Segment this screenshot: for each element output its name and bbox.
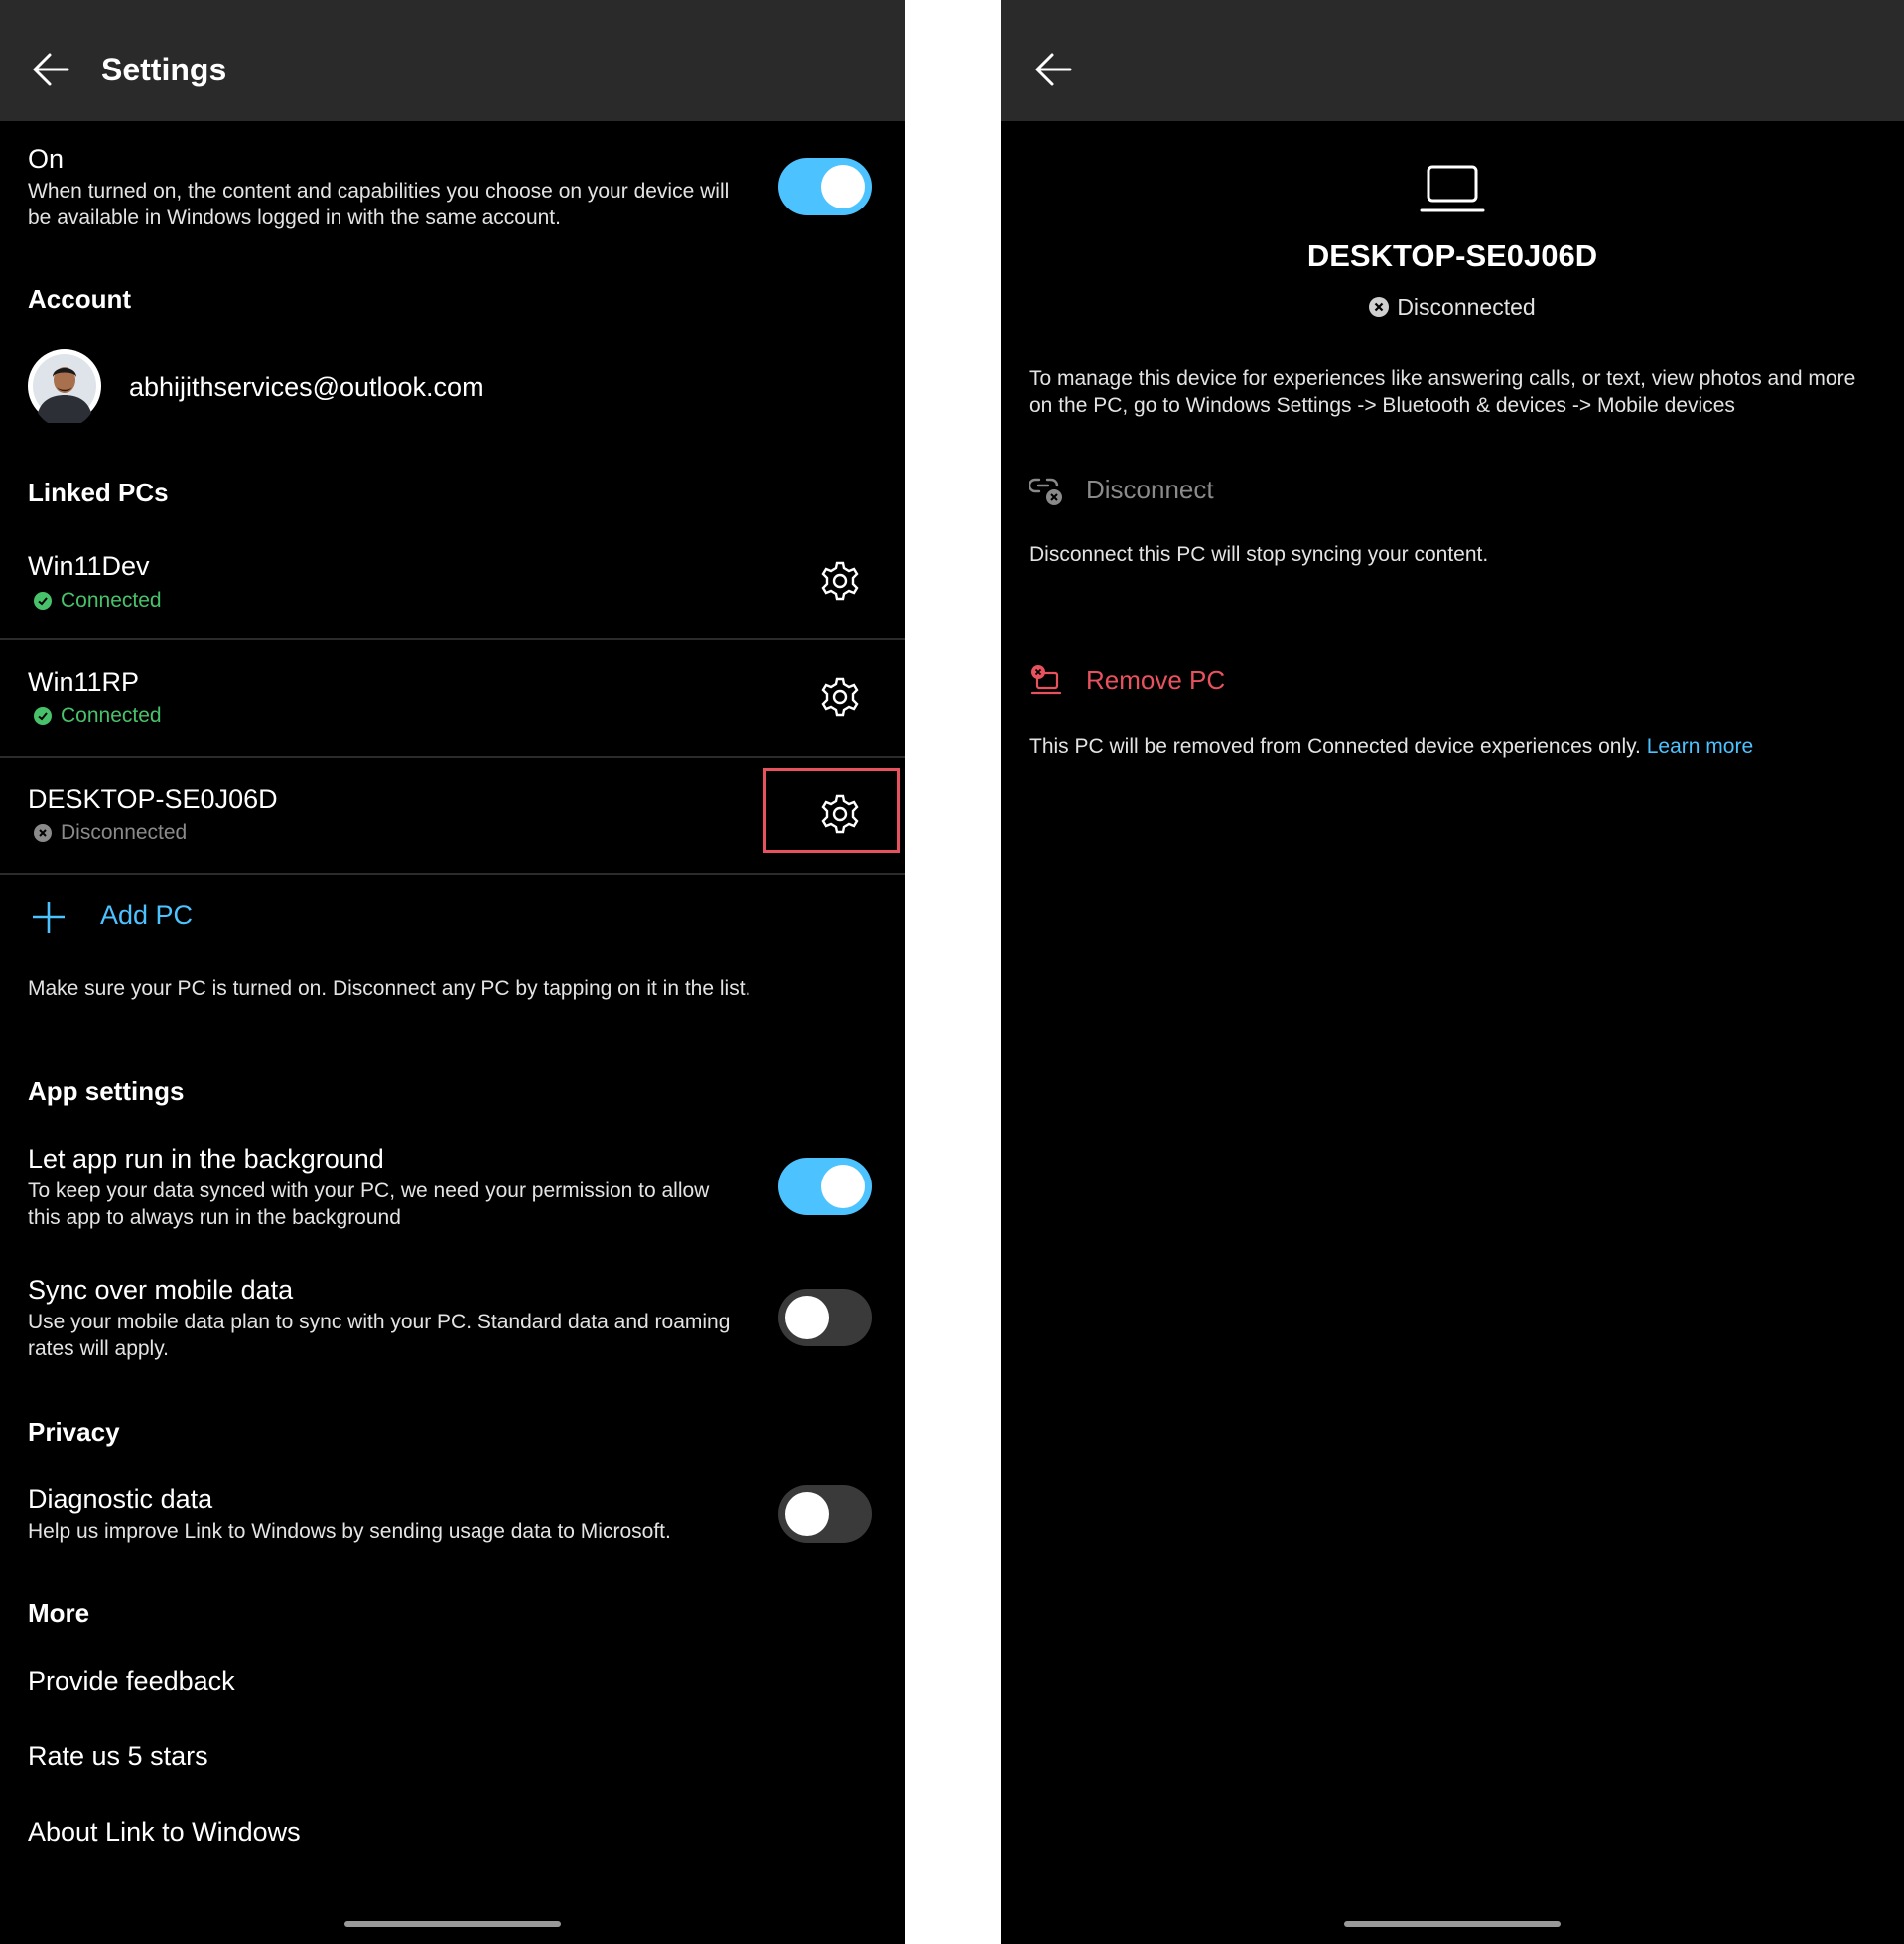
gear-icon[interactable] xyxy=(818,559,862,603)
unlink-icon xyxy=(1029,478,1062,505)
background-run-label: Let app run in the background xyxy=(28,1144,384,1174)
check-circle-icon xyxy=(34,592,52,610)
disconnect-label: Disconnect xyxy=(1086,475,1214,504)
privacy-heading: Privacy xyxy=(28,1417,120,1447)
account-email[interactable]: abhijithservices@outlook.com xyxy=(129,369,484,405)
gear-icon[interactable] xyxy=(818,675,862,719)
settings-header: Settings xyxy=(0,0,905,121)
x-circle-icon xyxy=(1369,297,1390,317)
back-arrow-icon[interactable] xyxy=(32,50,69,89)
check-circle-icon xyxy=(34,707,52,725)
pc-status: Connected xyxy=(34,588,332,614)
add-pc-label: Add PC xyxy=(100,901,194,930)
sync-master-toggle[interactable] xyxy=(778,158,872,215)
disconnect-button[interactable]: Disconnect xyxy=(1029,471,1288,510)
disconnect-description: Disconnect this PC will stop syncing you… xyxy=(1029,543,1489,566)
remove-pc-icon xyxy=(1030,665,1062,695)
back-arrow-icon[interactable] xyxy=(1034,50,1072,89)
plus-icon xyxy=(33,902,65,933)
mobile-data-desc-line-2: rates will apply. xyxy=(28,1337,169,1360)
linked-pc-row[interactable]: Win11RP Connected xyxy=(0,640,905,758)
page-title: Settings xyxy=(101,52,227,87)
home-indicator[interactable] xyxy=(344,1921,561,1927)
sync-on-label: On xyxy=(28,144,65,174)
pc-name: Win11RP xyxy=(28,667,140,697)
home-indicator[interactable] xyxy=(1344,1921,1561,1927)
toggle-knob xyxy=(821,165,865,208)
linked-pcs-heading: Linked PCs xyxy=(28,478,169,507)
pc-status: Disconnected xyxy=(34,820,332,846)
pc-status-text: Connected xyxy=(61,704,162,727)
avatar-icon xyxy=(28,349,101,428)
diagnostic-toggle[interactable] xyxy=(778,1485,872,1543)
sync-description-line-2: be available in Windows logged in with t… xyxy=(28,207,561,229)
diagnostic-desc: Help us improve Link to Windows by sendi… xyxy=(28,1520,671,1543)
remove-pc-label: Remove PC xyxy=(1086,665,1226,695)
pc-status: Connected xyxy=(34,703,332,729)
settings-panel: Settings On When turned on, the content … xyxy=(0,0,905,1944)
background-run-desc-line-1: To keep your data synced with your PC, w… xyxy=(28,1180,710,1202)
mobile-data-desc-line-1: Use your mobile data plan to sync with y… xyxy=(28,1311,731,1333)
sync-description-line-1: When turned on, the content and capabili… xyxy=(28,180,730,203)
laptop-icon xyxy=(1420,165,1485,212)
add-pc-button[interactable]: Add PC xyxy=(28,896,286,939)
mobile-data-label: Sync over mobile data xyxy=(28,1275,294,1305)
toggle-knob xyxy=(785,1492,829,1536)
rate-us-item[interactable]: Rate us 5 stars xyxy=(28,1738,208,1774)
account-heading: Account xyxy=(28,284,131,314)
add-pc-hint: Make sure your PC is turned on. Disconne… xyxy=(28,977,751,1000)
device-name: DESKTOP-SE0J06D xyxy=(1306,238,1598,273)
remove-pc-button[interactable]: Remove PC xyxy=(1029,662,1288,702)
detail-header xyxy=(1001,0,1904,121)
divider xyxy=(0,873,905,875)
toggle-knob xyxy=(785,1296,829,1339)
provide-feedback-item[interactable]: Provide feedback xyxy=(28,1663,235,1699)
device-status-text: Disconnected xyxy=(1397,294,1536,320)
remove-pc-desc-text: This PC will be removed from Connected d… xyxy=(1029,735,1641,758)
pc-name: DESKTOP-SE0J06D xyxy=(28,784,278,814)
background-run-desc-line-2: this app to always run in the background xyxy=(28,1206,401,1229)
app-settings-heading: App settings xyxy=(28,1076,185,1106)
pc-status-text: Connected xyxy=(61,589,162,612)
toggle-knob xyxy=(821,1165,865,1208)
diagnostic-label: Diagnostic data xyxy=(28,1484,213,1514)
mobile-data-toggle[interactable] xyxy=(778,1289,872,1346)
pc-status-text: Disconnected xyxy=(61,821,188,844)
manage-info-line-1: To manage this device for experiences li… xyxy=(1029,367,1856,390)
x-circle-icon xyxy=(34,824,52,842)
pc-name: Win11Dev xyxy=(28,551,150,581)
device-status: Disconnected xyxy=(1001,291,1904,323)
manage-info-line-2: on the PC, go to Windows Settings -> Blu… xyxy=(1029,394,1735,417)
avatar[interactable] xyxy=(28,349,101,428)
background-run-toggle[interactable] xyxy=(778,1158,872,1215)
learn-more-link[interactable]: Learn more xyxy=(1647,735,1753,758)
highlight-box xyxy=(763,768,900,853)
about-item[interactable]: About Link to Windows xyxy=(28,1814,301,1850)
remove-pc-description: This PC will be removed from Connected d… xyxy=(1029,733,1753,760)
more-heading: More xyxy=(28,1598,90,1628)
pc-detail-panel: DESKTOP-SE0J06D Disconnected To manage t… xyxy=(1001,0,1904,1944)
linked-pc-row[interactable]: Win11Dev Connected xyxy=(0,522,905,639)
